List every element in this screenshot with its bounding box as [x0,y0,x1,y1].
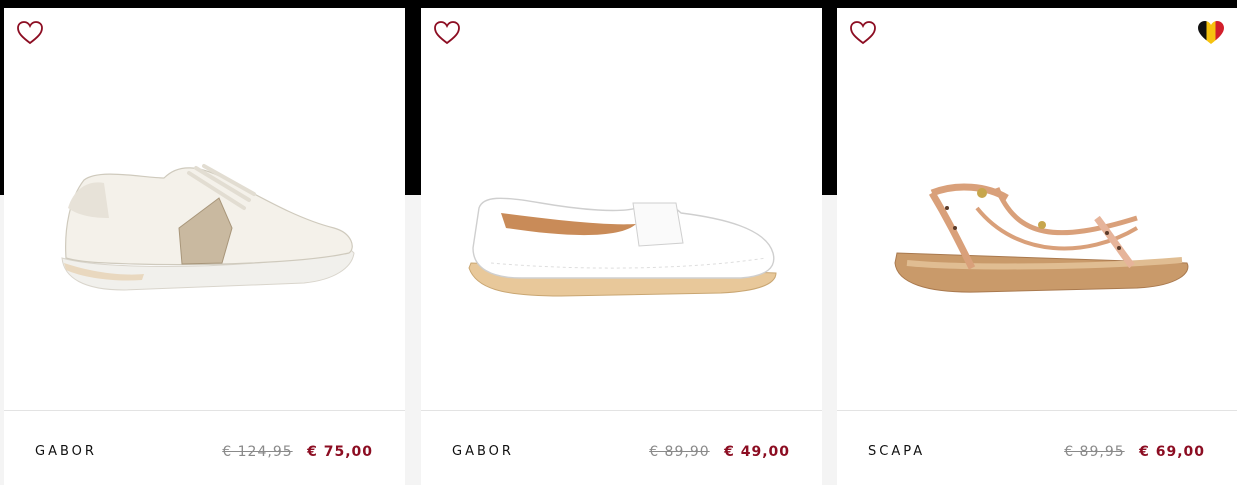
heart-outline-icon[interactable] [433,20,461,46]
sale-price: € 49,00 [724,444,790,460]
heart-outline-icon[interactable] [849,20,877,46]
product-brand[interactable]: SCAPA [868,444,925,459]
card-divider [421,410,822,411]
product-image-loafer[interactable] [421,68,822,398]
price-block: € 124,95 € 75,00 [222,444,373,460]
original-price: € 124,95 [222,444,293,460]
price-block: € 89,95 € 69,00 [1064,444,1205,460]
sale-price: € 69,00 [1139,444,1205,460]
heart-outline-icon[interactable] [16,20,44,46]
product-brand[interactable]: GABOR [35,444,97,459]
belgian-flag-heart-icon [1197,20,1225,46]
product-brand[interactable]: GABOR [452,444,514,459]
card-divider [837,410,1237,411]
product-card[interactable]: GABOR € 89,90 € 49,00 [421,8,822,485]
original-price: € 89,90 [649,444,710,460]
product-card[interactable]: GABOR € 124,95 € 75,00 [4,8,405,485]
product-card[interactable]: SCAPA € 89,95 € 69,00 [837,8,1237,485]
sale-price: € 75,00 [307,444,373,460]
price-block: € 89,90 € 49,00 [649,444,790,460]
product-image-sneaker[interactable] [4,68,405,398]
original-price: € 89,95 [1064,444,1125,460]
card-divider [4,410,405,411]
product-image-sandal[interactable] [837,68,1237,398]
